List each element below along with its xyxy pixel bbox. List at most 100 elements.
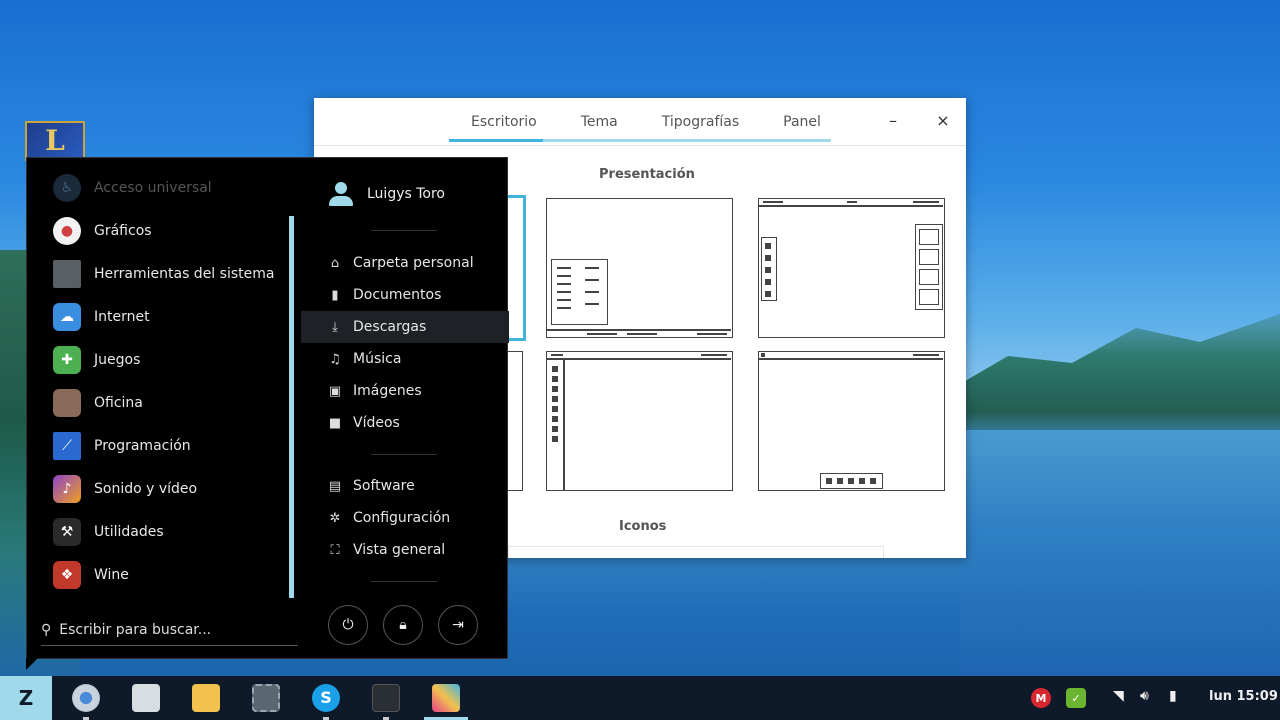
menu-separator <box>371 454 437 455</box>
layout-option-5[interactable] <box>546 351 733 491</box>
place-label: Documentos <box>353 287 442 303</box>
appearance-app-icon[interactable] <box>432 684 460 712</box>
category-label: Acceso universal <box>94 180 212 196</box>
category-label: Oficina <box>94 395 143 411</box>
cloud-icon: ☁ <box>53 303 81 331</box>
files-icon[interactable] <box>132 684 160 712</box>
logout-icon: ⇥ <box>452 617 464 633</box>
system-vista-general[interactable]: ⛶ Vista general <box>301 534 509 566</box>
menu-separator <box>371 230 437 231</box>
category-graficos[interactable]: ● Gráficos <box>53 215 152 247</box>
start-menu: ♿ Acceso universal ● Gráficos Herramient… <box>26 157 509 659</box>
zorin-logo-icon: Z <box>18 686 34 710</box>
menu-pointer <box>26 658 38 670</box>
category-utilidades[interactable]: ⚒ Utilidades <box>53 516 164 548</box>
screenshot-icon[interactable] <box>252 684 280 712</box>
category-label: Herramientas del sistema <box>94 266 275 282</box>
category-sonido-video[interactable]: ♪ Sonido y vídeo <box>53 473 197 505</box>
image-icon: ▣ <box>328 383 342 399</box>
user-account[interactable]: Luigys Toro <box>327 180 445 208</box>
chrome-icon[interactable] <box>72 684 100 712</box>
tab-underline <box>449 139 831 142</box>
music-icon: ♫ <box>329 351 341 367</box>
overview-icon: ⛶ <box>330 542 340 558</box>
category-juegos[interactable]: ✚ Juegos <box>53 344 140 376</box>
category-acceso-universal[interactable]: ♿ Acceso universal <box>53 172 212 204</box>
menu-scrollbar[interactable] <box>289 216 294 598</box>
wine-icon: ❖ <box>53 561 81 589</box>
window-header: Escritorio Tema Tipografías Panel – × <box>314 98 966 146</box>
wifi-icon[interactable]: ◥ <box>1113 688 1124 704</box>
media-icon: ♪ <box>53 475 81 503</box>
power-icon: ⏻ <box>342 617 354 633</box>
menu-search-field[interactable]: ⚲ Escribir para buscar... <box>41 614 298 646</box>
search-placeholder: Escribir para buscar... <box>59 621 212 638</box>
layout-option-3[interactable] <box>758 198 945 338</box>
mail-icon[interactable] <box>192 684 220 712</box>
layout-option-6[interactable] <box>758 351 945 491</box>
tab-escritorio[interactable]: Escritorio <box>449 98 559 144</box>
gear-icon: ✲ <box>329 510 341 526</box>
palette-icon: ● <box>53 217 81 245</box>
system-software[interactable]: ▤ Software <box>301 470 509 502</box>
system-label: Software <box>353 478 415 494</box>
tab-tipografias[interactable]: Tipografías <box>640 98 761 144</box>
video-icon: ■ <box>328 415 342 431</box>
mega-icon[interactable]: M <box>1031 688 1051 708</box>
category-programacion[interactable]: ⟋ Programación <box>53 430 191 462</box>
close-button[interactable]: × <box>931 110 955 134</box>
minimize-button[interactable]: – <box>881 110 905 134</box>
system-label: Vista general <box>353 542 446 558</box>
lock-button[interactable]: 🔒︎ <box>383 605 423 645</box>
system-label: Configuración <box>353 510 451 526</box>
system-configuracion[interactable]: ✲ Configuración <box>301 502 509 534</box>
search-icon: ⚲ <box>41 621 52 638</box>
place-label: Música <box>353 351 402 367</box>
place-descargas[interactable]: ⤓ Descargas <box>301 311 509 343</box>
power-button[interactable]: ⏻ <box>328 605 368 645</box>
category-wine[interactable]: ❖ Wine <box>53 559 129 591</box>
terminal-icon[interactable] <box>372 684 400 712</box>
category-label: Utilidades <box>94 524 164 540</box>
tab-panel[interactable]: Panel <box>761 98 843 144</box>
zorin-menu-button[interactable]: Z <box>0 676 52 720</box>
lock-icon: 🔒︎ <box>399 617 407 633</box>
wallpaper-lake <box>960 430 1280 680</box>
update-icon[interactable]: ✓ <box>1066 688 1086 708</box>
category-label: Juegos <box>94 352 141 368</box>
volume-icon[interactable]: 🔊︎ <box>1140 688 1149 704</box>
logout-button[interactable]: ⇥ <box>438 605 478 645</box>
taskbar: Z S M ✓ ◥ 🔊︎ ▮ lun 15:09 <box>0 676 1280 720</box>
category-herramientas[interactable]: Herramientas del sistema <box>53 258 274 290</box>
tab-tema[interactable]: Tema <box>559 98 640 144</box>
battery-icon[interactable]: ▮ <box>1169 688 1177 704</box>
document-icon: ▮ <box>331 287 339 303</box>
user-name: Luigys Toro <box>367 186 445 202</box>
user-avatar-icon <box>327 180 355 208</box>
tab-bar: Escritorio Tema Tipografías Panel <box>449 98 843 144</box>
category-label: Gráficos <box>94 223 152 239</box>
menu-separator <box>371 581 437 582</box>
home-icon: ⌂ <box>330 255 340 271</box>
layout-option-2[interactable] <box>546 198 733 338</box>
category-internet[interactable]: ☁ Internet <box>53 301 150 333</box>
desktop-game-icon[interactable]: L <box>25 121 85 161</box>
monitor-icon <box>53 260 81 288</box>
place-documentos[interactable]: ▮ Documentos <box>301 279 509 311</box>
bag-icon: ▤ <box>328 478 342 494</box>
icons-panel <box>508 546 884 558</box>
skype-icon[interactable]: S <box>312 684 340 712</box>
place-label: Vídeos <box>353 415 400 431</box>
place-musica[interactable]: ♫ Música <box>301 343 509 375</box>
download-icon: ⤓ <box>332 319 338 335</box>
category-label: Wine <box>94 567 129 583</box>
place-imagenes[interactable]: ▣ Imágenes <box>301 375 509 407</box>
wallpaper-hills-right <box>960 314 1280 440</box>
clock[interactable]: lun 15:09 <box>1209 689 1278 704</box>
code-icon: ⟋ <box>53 432 81 460</box>
category-label: Programación <box>94 438 191 454</box>
category-oficina[interactable]: Oficina <box>53 387 143 419</box>
tools-icon: ⚒ <box>53 518 81 546</box>
place-carpeta-personal[interactable]: ⌂ Carpeta personal <box>301 247 509 279</box>
place-videos[interactable]: ■ Vídeos <box>301 407 509 439</box>
